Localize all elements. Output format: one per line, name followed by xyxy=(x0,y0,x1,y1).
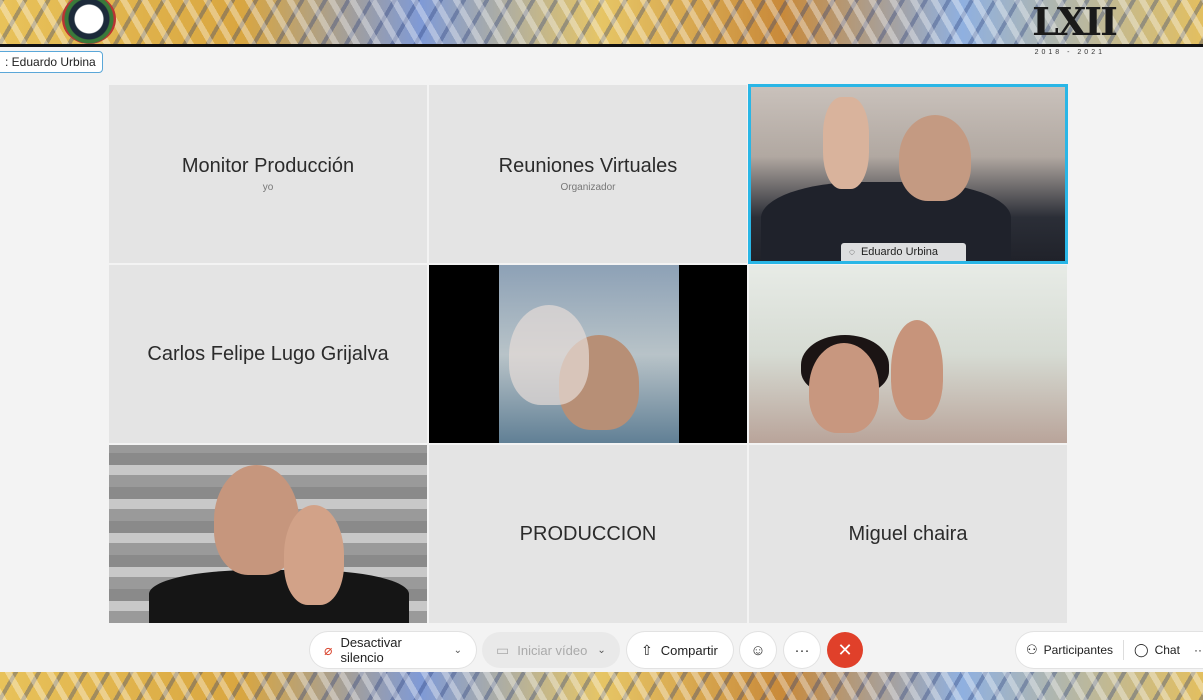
participant-video-tile-active[interactable]: ◌ Eduardo Urbina xyxy=(748,84,1068,264)
share-icon: ⇧ xyxy=(641,641,653,658)
unmute-button[interactable]: ⌀ Desactivar silencio ⌄ xyxy=(310,632,476,668)
mic-off-icon: ⌀ xyxy=(324,641,333,658)
participant-tile[interactable]: Monitor Producción yo xyxy=(108,84,428,264)
participant-name: Carlos Felipe Lugo Grijalva xyxy=(147,342,389,365)
participant-video-tile[interactable] xyxy=(108,444,428,624)
emoji-icon: ☺ xyxy=(750,641,766,659)
congress-emblem-icon xyxy=(62,0,116,44)
microphone-icon: ◌ xyxy=(849,247,855,258)
leave-meeting-button[interactable]: ✕ xyxy=(827,632,863,668)
participant-grid: Monitor Producción yo Reuniones Virtuale… xyxy=(108,84,1068,624)
unmute-label: Desactivar silencio xyxy=(340,635,402,665)
participants-label: Participantes xyxy=(1043,643,1114,657)
video-person xyxy=(809,343,879,433)
video-person xyxy=(899,115,971,201)
video-name-text: Eduardo Urbina xyxy=(860,246,939,258)
overflow-button[interactable]: ··· xyxy=(1190,632,1203,668)
participant-role: yo xyxy=(262,182,274,193)
participant-tile[interactable]: Miguel chaira xyxy=(748,444,1068,624)
start-video-label: Iniciar vídeo xyxy=(517,642,588,658)
chevron-down-icon[interactable]: ⌄ xyxy=(597,645,605,656)
more-icon: ··· xyxy=(794,641,810,659)
close-icon: ✕ xyxy=(837,639,853,660)
participant-video-tile[interactable] xyxy=(428,264,748,444)
more-icon: ··· xyxy=(1193,643,1203,657)
video-person xyxy=(149,570,409,623)
participant-tile[interactable]: Reuniones Virtuales Organizador xyxy=(428,84,748,264)
start-video-button[interactable]: ▭ Iniciar vídeo ⌄ xyxy=(482,632,620,668)
chat-label: Chat xyxy=(1154,643,1180,657)
participant-role: Organizador xyxy=(560,182,616,193)
top-banner: LXII xyxy=(0,0,1203,47)
reactions-button[interactable]: ☺ xyxy=(740,632,776,668)
participants-button[interactable]: ⚇ Participantes xyxy=(1016,632,1123,668)
share-label: Compartir xyxy=(660,642,718,658)
active-speaker-tag: : Eduardo Urbina xyxy=(0,51,103,73)
chevron-down-icon[interactable]: ⌄ xyxy=(454,645,462,656)
participant-tile[interactable]: PRODUCCION xyxy=(428,444,748,624)
meeting-toolbar: ⌀ Desactivar silencio ⌄ ▭ Iniciar vídeo … xyxy=(0,632,1203,668)
video-person xyxy=(891,320,943,420)
participant-name: Reuniones Virtuales xyxy=(498,155,678,177)
lxii-years: 2018 - 2021 xyxy=(1034,49,1105,56)
video-person xyxy=(284,505,344,605)
more-options-button[interactable]: ··· xyxy=(784,632,820,668)
participant-video-tile[interactable] xyxy=(748,264,1068,444)
chat-bubble-icon: ◯ xyxy=(1134,642,1149,657)
bottom-banner xyxy=(0,672,1203,700)
participant-name: Miguel chaira xyxy=(848,522,968,545)
participant-tile[interactable]: Carlos Felipe Lugo Grijalva xyxy=(108,264,428,444)
lxii-logo: LXII xyxy=(1032,0,1118,44)
share-button[interactable]: ⇧ Compartir xyxy=(627,632,733,668)
chat-button[interactable]: ◯ Chat xyxy=(1124,632,1190,668)
participant-name: PRODUCCION xyxy=(519,522,657,545)
video-name-label: ◌ Eduardo Urbina xyxy=(841,243,967,261)
participant-name: Monitor Producción xyxy=(181,155,355,177)
camera-icon: ▭ xyxy=(496,641,510,658)
side-panel-controls: ⚇ Participantes ◯ Chat ··· xyxy=(1016,632,1203,668)
person-icon: ⚇ xyxy=(1026,642,1038,657)
video-person xyxy=(823,97,869,189)
video-person xyxy=(509,305,589,405)
